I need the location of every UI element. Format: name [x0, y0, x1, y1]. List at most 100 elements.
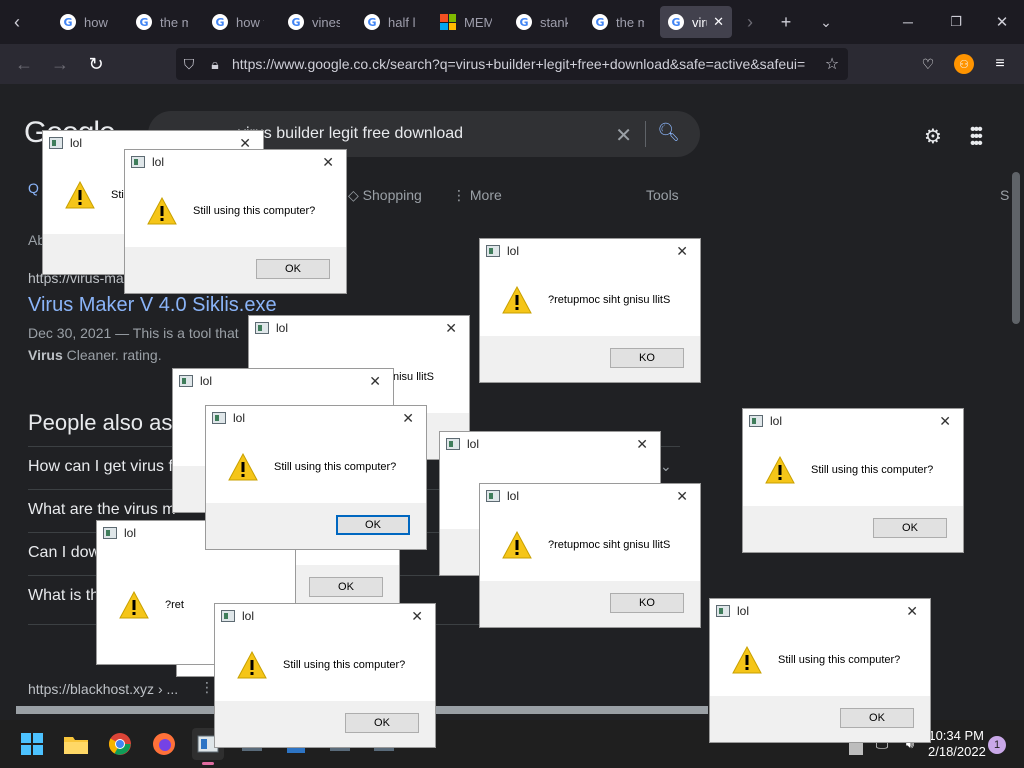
google-icon: G — [60, 14, 76, 30]
close-tab-icon[interactable]: ✕ — [713, 14, 724, 30]
warning-dialog-reversed[interactable]: lol ✕ ?retupmoc siht gnisu llitS KO — [479, 238, 701, 383]
reload-button[interactable]: ↻ — [80, 48, 112, 80]
search-icon[interactable]: 🔍︎ — [657, 122, 680, 143]
vertical-scrollbar[interactable] — [1012, 172, 1020, 324]
chrome-icon[interactable] — [104, 728, 136, 760]
warning-dialog[interactable]: lol ✕ Still using this computer? OK — [742, 408, 964, 553]
account-icon[interactable]: ⚇ — [954, 54, 974, 74]
restore-button[interactable]: ❐ — [936, 0, 976, 44]
tab-more-label: More — [469, 187, 502, 203]
menu-icon[interactable]: ≡ — [990, 54, 1010, 74]
tab-tools[interactable]: Tools — [646, 187, 679, 203]
tab-8[interactable]: G the m — [584, 6, 652, 38]
ok-button[interactable]: OK — [873, 518, 947, 538]
dialog-titlebar[interactable]: lol ✕ — [710, 599, 930, 623]
close-icon[interactable]: ✕ — [402, 410, 414, 427]
close-window-button[interactable]: ✕ — [982, 0, 1022, 44]
apps-grid-icon[interactable]: ••• ••• ••• — [970, 122, 983, 152]
dialog-titlebar[interactable]: lol ✕ — [173, 369, 393, 393]
dialog-titlebar[interactable]: lol ✕ — [125, 150, 346, 174]
close-icon[interactable]: ✕ — [906, 603, 918, 620]
result-1-title[interactable]: Virus Maker V 4.0 Siklis.exe — [28, 294, 277, 317]
close-icon[interactable]: ✕ — [445, 320, 457, 337]
close-icon[interactable]: ✕ — [369, 373, 381, 390]
forward-button[interactable]: → — [44, 48, 76, 80]
minimize-button[interactable]: ─ — [888, 0, 928, 44]
warning-dialog-focused[interactable]: lol ✕ Still using this computer? OK — [205, 405, 427, 550]
dialog-message: ?retupmoc siht gnisu llitS — [548, 293, 671, 306]
tab-all-search-icon[interactable]: Q — [28, 180, 39, 196]
dialog-title: lol — [276, 321, 289, 335]
tab-1[interactable]: G how — [52, 6, 120, 38]
tab-more[interactable]: ⋮ More — [452, 187, 502, 204]
ok-button[interactable]: OK — [345, 713, 419, 733]
warning-dialog[interactable]: lol ✕ Still using this computer? OK — [124, 149, 347, 294]
tab-2[interactable]: G the m — [128, 6, 196, 38]
file-explorer-icon[interactable] — [60, 728, 92, 760]
search-query[interactable]: virus builder legit free download — [238, 125, 463, 143]
google-icon: G — [136, 14, 152, 30]
url-bar[interactable]: ⛉ 🔒︎ https://www.google.co.ck/search?q=v… — [176, 48, 848, 80]
clock-time: 10:34 PM — [928, 728, 984, 743]
dialog-titlebar[interactable]: lol ✕ — [215, 604, 435, 628]
result-2-cite[interactable]: https://blackhost.xyz › ... — [28, 681, 178, 697]
list-tabs-button[interactable]: ⌄ — [806, 0, 846, 44]
shield-icon[interactable]: ⛉ — [176, 56, 202, 73]
url-text[interactable]: https://www.google.co.ck/search?q=virus+… — [232, 56, 816, 72]
ok-button[interactable]: KO — [610, 593, 684, 613]
tab-9-active[interactable]: G viru ✕ — [660, 6, 732, 38]
paa-question-2[interactable]: What are the virus m — [28, 501, 176, 519]
ok-button[interactable]: KO — [610, 348, 684, 368]
tab-4[interactable]: G vines — [280, 6, 348, 38]
tab-scroll-right-button[interactable]: › — [730, 0, 770, 44]
ok-button[interactable]: OK — [840, 708, 914, 728]
dialog-titlebar[interactable]: lol ✕ — [249, 316, 469, 340]
tab-scroll-left-button[interactable]: ‹ — [0, 0, 34, 44]
back-button[interactable]: ← — [8, 48, 40, 80]
paa-question-1[interactable]: How can I get virus f — [28, 458, 173, 476]
chevron-down-icon[interactable]: ⌄ — [660, 458, 672, 475]
clear-search-icon[interactable]: ✕ — [615, 123, 632, 148]
dialog-titlebar[interactable]: lol ✕ — [480, 239, 700, 263]
close-icon[interactable]: ✕ — [676, 243, 688, 260]
tab-partial[interactable]: S — [1000, 187, 1009, 203]
bookmark-star-icon[interactable]: ☆ — [816, 54, 848, 74]
ok-button[interactable]: OK — [309, 577, 383, 597]
tab-5[interactable]: G half li — [356, 6, 424, 38]
clock[interactable]: 10:34 PM 2/18/2022 — [928, 728, 986, 760]
close-icon[interactable]: ✕ — [322, 154, 334, 171]
ok-button[interactable]: OK — [256, 259, 330, 279]
close-icon[interactable]: ✕ — [411, 608, 423, 625]
new-tab-button[interactable]: + — [766, 0, 806, 44]
dialog-titlebar[interactable]: lol ✕ — [440, 432, 660, 456]
warning-icon — [502, 285, 532, 313]
dialog-footer: OK — [125, 247, 346, 293]
settings-gear-icon[interactable]: ⚙ — [924, 124, 942, 149]
windows-start-icon[interactable] — [16, 728, 48, 760]
dialog-titlebar[interactable]: lol ✕ — [480, 484, 700, 508]
tab-7[interactable]: G stank — [508, 6, 576, 38]
warning-dialog[interactable]: lol ✕ Still using this computer? OK — [709, 598, 931, 743]
warning-dialog[interactable]: lol ✕ Still using this computer? OK — [214, 603, 436, 748]
pocket-icon[interactable]: ♡ — [918, 54, 938, 74]
search-divider — [645, 121, 646, 147]
paa-question-3[interactable]: Can I dow — [28, 544, 100, 562]
lock-icon[interactable]: 🔒︎ — [202, 56, 228, 73]
dialog-body: ?retupmoc siht gnisu llitS — [480, 508, 700, 581]
notification-badge[interactable]: 1 — [988, 736, 1006, 754]
paa-question-4[interactable]: What is th — [28, 587, 99, 605]
ok-button[interactable]: OK — [336, 515, 410, 535]
tab-6[interactable]: MEM — [432, 6, 500, 38]
warning-dialog-reversed[interactable]: lol ✕ ?retupmoc siht gnisu llitS KO — [479, 483, 701, 628]
close-icon[interactable]: ✕ — [676, 488, 688, 505]
dialog-titlebar[interactable]: lol ✕ — [206, 406, 426, 430]
close-icon[interactable]: ✕ — [636, 436, 648, 453]
tab-shopping[interactable]: ◇ Shopping — [348, 187, 422, 204]
dialog-title: lol — [200, 374, 213, 388]
warning-icon — [147, 196, 177, 224]
tab-3[interactable]: G how t — [204, 6, 272, 38]
close-icon[interactable]: ✕ — [939, 413, 951, 430]
firefox-icon[interactable] — [148, 728, 180, 760]
dialog-titlebar[interactable]: lol ✕ — [743, 409, 963, 433]
more-options-icon[interactable]: ⋮ — [200, 679, 214, 696]
